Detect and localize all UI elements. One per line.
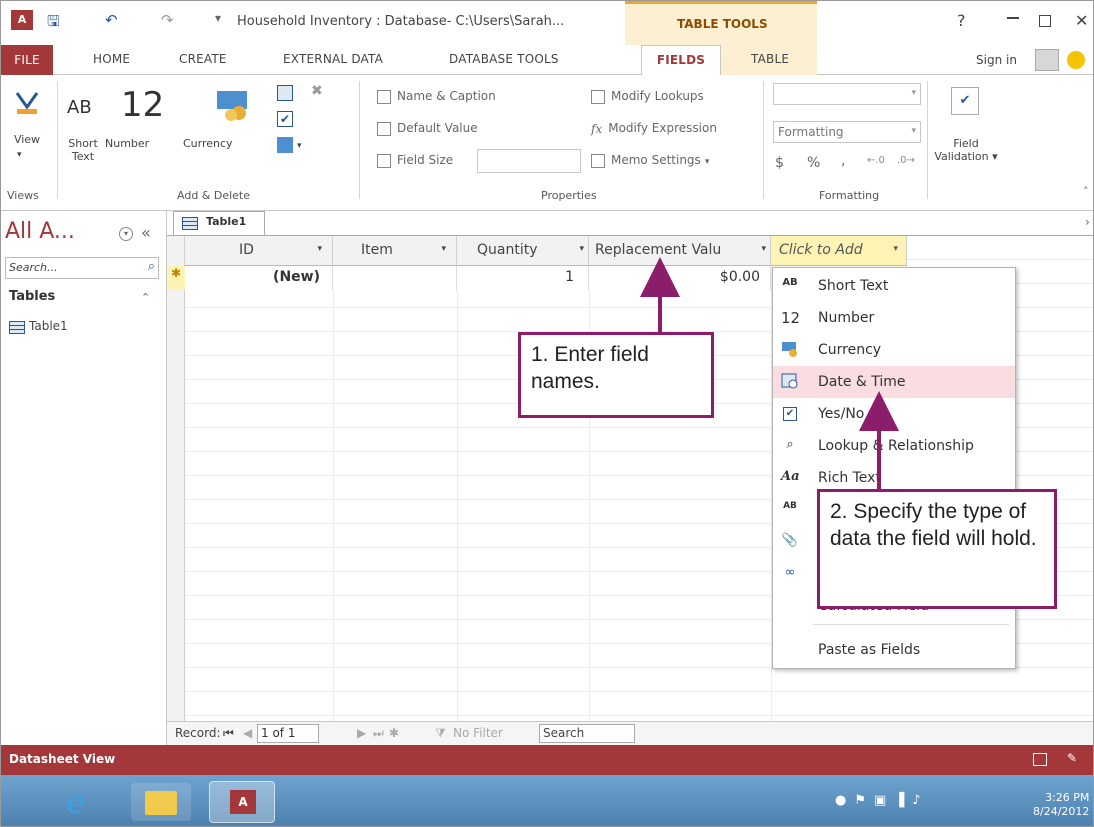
callout-step-2: 2. Specify the type of data the field wi…: [817, 489, 1057, 609]
access-taskbar-button[interactable]: A: [209, 781, 275, 823]
record-label: Record:: [175, 726, 221, 740]
datasheet-view-icon[interactable]: [1033, 753, 1047, 766]
current-record-input[interactable]: 1 of 1: [257, 724, 319, 743]
clock-time: 3:26 PM: [1045, 791, 1090, 804]
filter-icon[interactable]: ⧩: [435, 726, 446, 741]
status-bar: Datasheet View ✎: [1, 745, 1093, 775]
next-record-icon[interactable]: ▶: [357, 726, 366, 740]
current-record-value: 1 of 1: [261, 726, 296, 740]
status-text: Datasheet View: [9, 752, 116, 766]
file-explorer-button[interactable]: [131, 783, 191, 821]
record-search-input[interactable]: Search: [539, 724, 635, 743]
access-app-icon: A: [230, 790, 256, 814]
last-record-icon[interactable]: ⏭: [373, 726, 384, 741]
record-search-placeholder: Search: [543, 726, 585, 740]
system-tray-icons[interactable]: ●⚑▣▐♪: [835, 793, 929, 808]
new-record-icon[interactable]: ✱: [389, 726, 399, 740]
taskbar-clock[interactable]: 3:26 PM 8/24/2012: [1033, 791, 1089, 819]
access-window: A 🖫 ↶ ↷ ▾ Household Inventory : Database…: [0, 0, 1094, 827]
no-filter-button[interactable]: No Filter: [453, 726, 503, 740]
internet-explorer-icon[interactable]: e: [45, 781, 107, 823]
callout-step-1: 1. Enter field names.: [518, 332, 714, 418]
clock-date: 8/24/2012: [1033, 805, 1090, 818]
design-view-icon[interactable]: ✎: [1067, 751, 1077, 765]
windows-taskbar: e A ●⚑▣▐♪: [1, 775, 1093, 826]
first-record-icon[interactable]: ⏮: [223, 726, 234, 741]
record-navigator: Record: ⏮ ◀ 1 of 1 ▶ ⏭ ✱ ⧩ No Filter Sea…: [167, 721, 1093, 745]
previous-record-icon[interactable]: ◀: [243, 726, 252, 740]
folder-icon: [145, 791, 177, 815]
